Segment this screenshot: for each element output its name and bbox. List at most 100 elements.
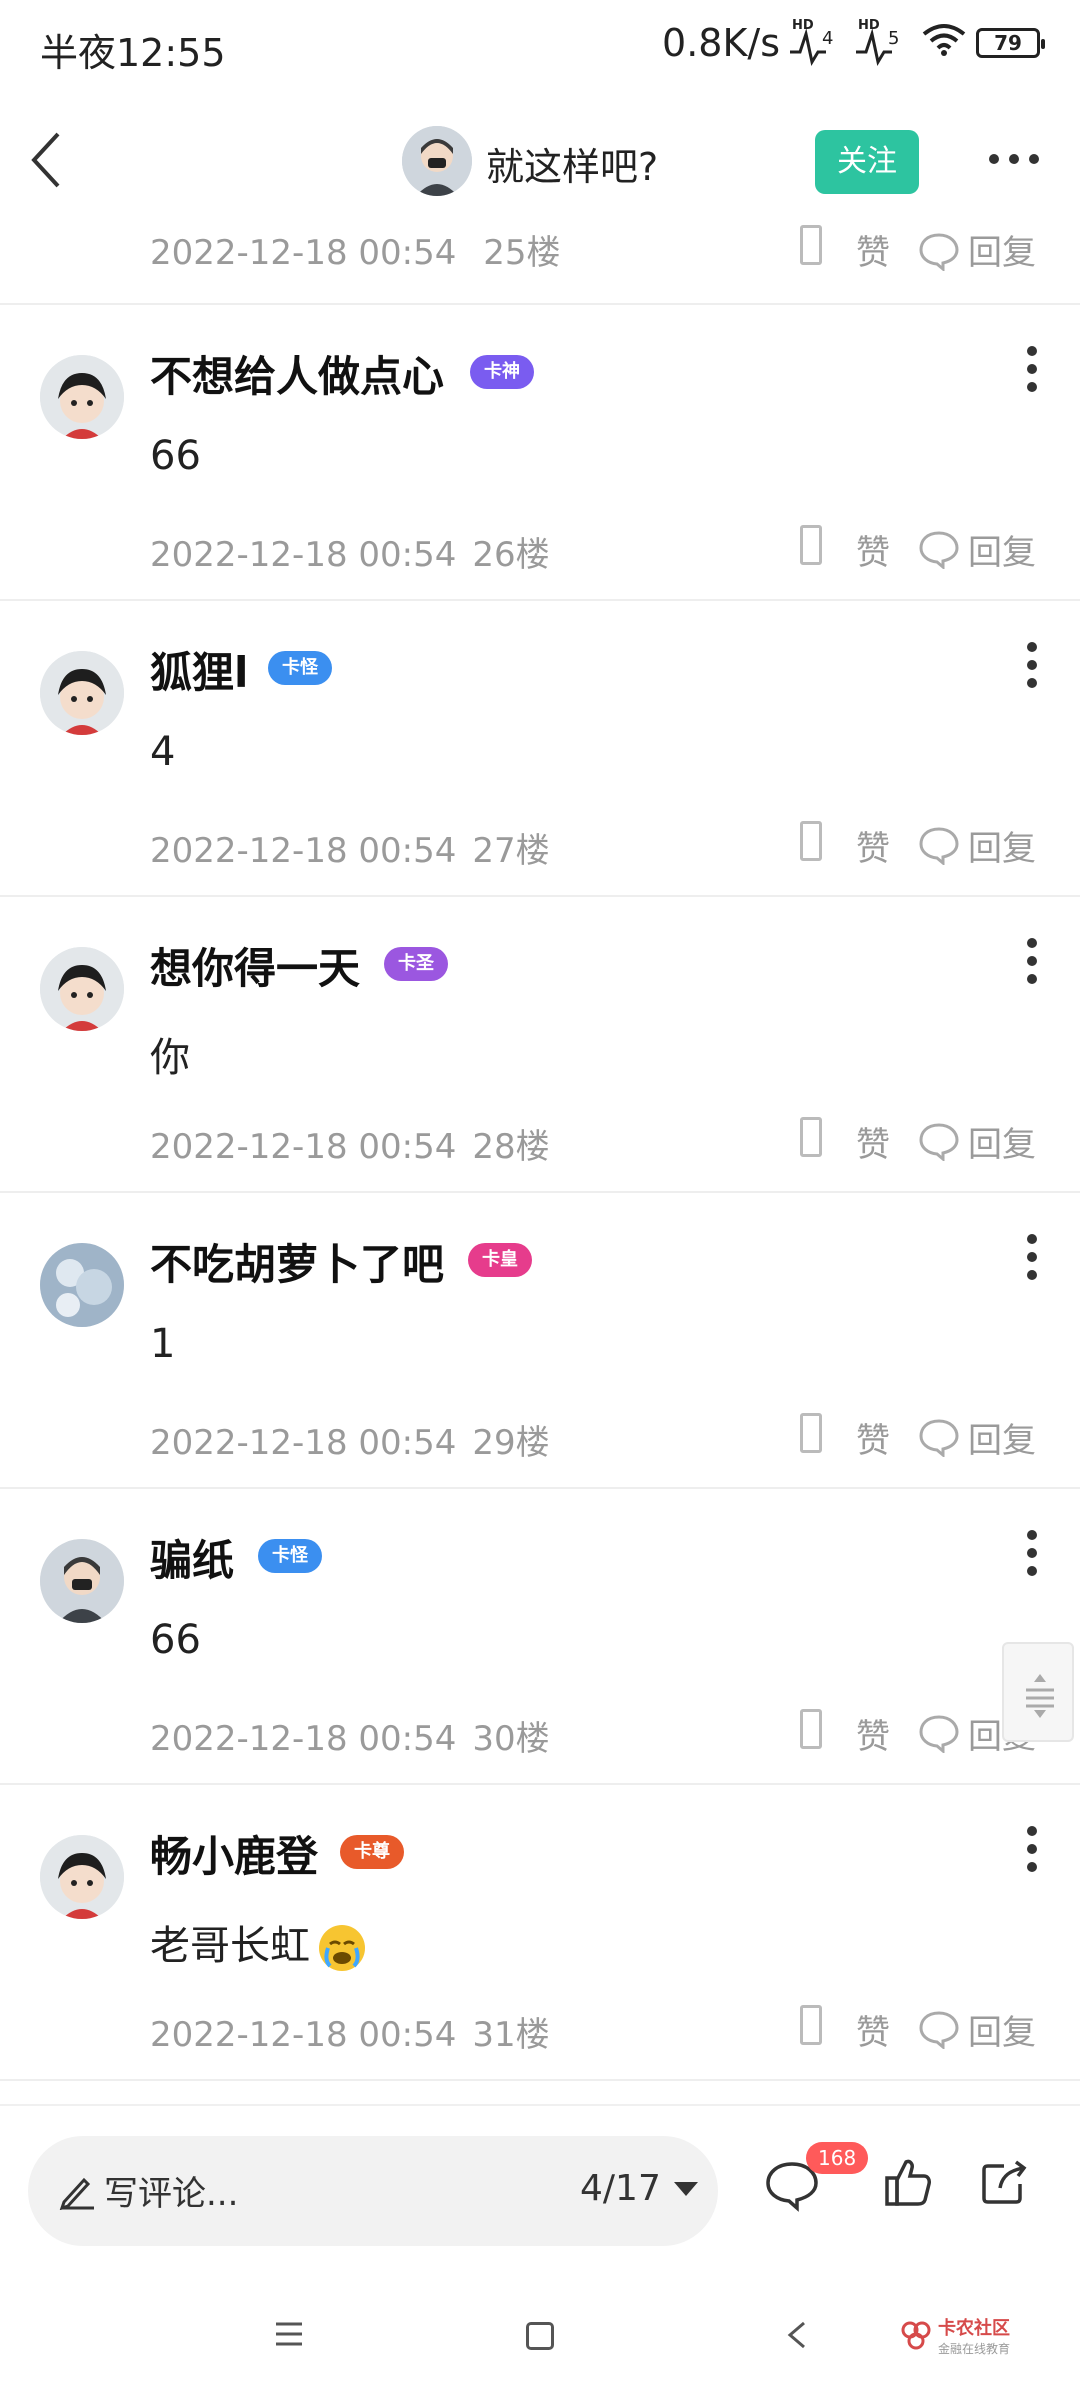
post-options-button[interactable] — [1010, 1525, 1054, 1581]
system-nav-bar: 卡农社区 金融在线教育 — [0, 2280, 1080, 2400]
vertical-dots-icon — [1027, 1234, 1037, 1280]
like-icon[interactable] — [800, 1117, 822, 1157]
reply-button[interactable]: 回复 — [968, 1413, 1036, 1462]
back-button[interactable] — [22, 128, 82, 192]
user-avatar[interactable] — [40, 1243, 124, 1327]
post-options-button[interactable] — [1010, 1229, 1054, 1285]
post-text: 4 — [150, 729, 176, 775]
post-item: 畅小鹿登 卡尊 老哥长虹 2022-12-18 00:54 31楼 赞 回复 — [0, 1785, 1080, 2081]
username[interactable]: 狐狸l — [150, 639, 248, 700]
reply-icon[interactable] — [918, 1713, 960, 1755]
post-floor: 29楼 — [472, 1423, 550, 1463]
like-icon[interactable] — [800, 525, 822, 565]
watermark: 卡农社区 金融在线教育 — [900, 2314, 1010, 2357]
post-content: 4 — [150, 729, 175, 775]
back-arrow-icon — [31, 132, 60, 188]
status-time: 半夜12:55 — [40, 31, 226, 75]
post-options-button[interactable] — [1010, 1821, 1054, 1877]
kanong-logo-icon — [901, 2321, 931, 2349]
watermark-subtitle: 金融在线教育 — [938, 2342, 1011, 2356]
reply-icon[interactable] — [918, 231, 960, 273]
reply-button[interactable]: 回复 — [968, 821, 1036, 870]
page-title: 就这样吧? — [486, 145, 659, 189]
like-icon[interactable] — [800, 225, 822, 265]
like-button[interactable]: 赞 — [856, 1709, 890, 1758]
username[interactable]: 不吃胡萝卜了吧 — [150, 1231, 444, 1292]
like-icon[interactable] — [800, 1413, 822, 1453]
system-back-button[interactable] — [784, 2320, 810, 2350]
post-options-button[interactable] — [1010, 341, 1054, 397]
post-floor: 28楼 — [472, 1127, 550, 1167]
sim1-number: 4 — [822, 28, 834, 49]
username[interactable]: 想你得一天 — [150, 935, 360, 996]
post-item: 想你得一天 卡圣你 2022-12-18 00:54 28楼 赞 回复 — [0, 897, 1080, 1193]
user-avatar[interactable] — [40, 355, 124, 439]
recent-apps-button[interactable] — [274, 2320, 304, 2348]
page-dropdown-icon[interactable] — [674, 2182, 698, 2196]
post-floor: 25楼 — [483, 233, 561, 273]
reply-button[interactable]: 回复 — [968, 225, 1036, 274]
more-options-button[interactable] — [984, 144, 1044, 174]
post-floor: 31楼 — [472, 2015, 550, 2055]
like-post-button[interactable] — [884, 2156, 932, 2208]
follow-button[interactable]: 关注 — [815, 130, 919, 194]
post-options-button[interactable] — [1010, 637, 1054, 693]
like-icon[interactable] — [800, 1709, 822, 1749]
user-avatar[interactable] — [40, 1835, 124, 1919]
like-button[interactable]: 赞 — [856, 2005, 890, 2054]
page-indicator[interactable]: 4/17 — [580, 2168, 661, 2209]
reply-icon[interactable] — [918, 2009, 960, 2051]
reply-icon[interactable] — [918, 825, 960, 867]
username[interactable]: 畅小鹿登 — [150, 1823, 318, 1884]
wifi-icon — [922, 21, 966, 65]
vertical-dots-icon — [1027, 1530, 1037, 1576]
post-meta: 2022-12-18 00:54 31楼 — [150, 2007, 550, 2056]
rank-badge: 卡皇 — [468, 1243, 532, 1277]
post-meta: 2022-12-18 00:54 30楼 — [150, 1711, 550, 1760]
reply-button[interactable]: 回复 — [968, 2005, 1036, 2054]
vertical-dots-icon — [1027, 346, 1037, 392]
user-avatar[interactable] — [40, 1539, 124, 1623]
post-meta: 2022-12-18 00:54 26楼 — [150, 527, 550, 576]
crying-emoji-icon — [316, 1922, 368, 1974]
rank-badge: 卡怪 — [258, 1539, 322, 1573]
like-button[interactable]: 赞 — [856, 225, 890, 274]
like-button[interactable]: 赞 — [856, 1117, 890, 1166]
home-button[interactable] — [526, 2322, 554, 2350]
status-bar: 半夜12:55 0.8K/s HD 4 HD 5 79 — [0, 0, 1080, 90]
post-content: 你 — [150, 1025, 190, 1083]
user-avatar[interactable] — [40, 947, 124, 1031]
comment-input[interactable]: 写评论... 4/17 — [28, 2136, 718, 2246]
reply-button[interactable]: 回复 — [968, 525, 1036, 574]
reply-icon[interactable] — [918, 1121, 960, 1163]
username[interactable]: 不想给人做点心 — [150, 343, 444, 404]
post-date: 2022-12-18 00:54 — [150, 233, 457, 273]
author-avatar[interactable] — [402, 126, 472, 196]
vertical-dots-icon — [1027, 1826, 1037, 1872]
reply-icon[interactable] — [918, 1417, 960, 1459]
comment-count-badge: 168 — [806, 2142, 869, 2174]
like-button[interactable]: 赞 — [856, 1413, 890, 1462]
reply-icon[interactable] — [918, 529, 960, 571]
battery-icon: 79 — [976, 28, 1045, 58]
like-icon[interactable] — [800, 2005, 822, 2045]
username[interactable]: 骗纸 — [150, 1527, 234, 1588]
post-date: 2022-12-18 00:54 — [150, 535, 457, 575]
post-item: 狐狸l 卡怪 4 2022-12-18 00:54 27楼 赞 回复 — [0, 601, 1080, 897]
like-button[interactable]: 赞 — [856, 525, 890, 574]
signal-icon-sim2: HD 5 — [856, 18, 912, 67]
post-meta: 2022-12-18 00:54 25楼 — [150, 225, 560, 274]
post-date: 2022-12-18 00:54 — [150, 1423, 457, 1463]
user-avatar[interactable] — [40, 651, 124, 735]
status-indicators: 0.8K/s HD 4 HD 5 79 — [662, 18, 1045, 67]
reply-button[interactable]: 回复 — [968, 1117, 1036, 1166]
post-options-button[interactable] — [1010, 933, 1054, 989]
share-button[interactable] — [980, 2158, 1028, 2206]
scroll-handle[interactable] — [1002, 1642, 1074, 1742]
post-content: 66 — [150, 1617, 201, 1663]
post-text: 1 — [150, 1321, 176, 1367]
like-button[interactable]: 赞 — [856, 821, 890, 870]
post-content: 66 — [150, 433, 201, 479]
vertical-dots-icon — [1027, 938, 1037, 984]
like-icon[interactable] — [800, 821, 822, 861]
